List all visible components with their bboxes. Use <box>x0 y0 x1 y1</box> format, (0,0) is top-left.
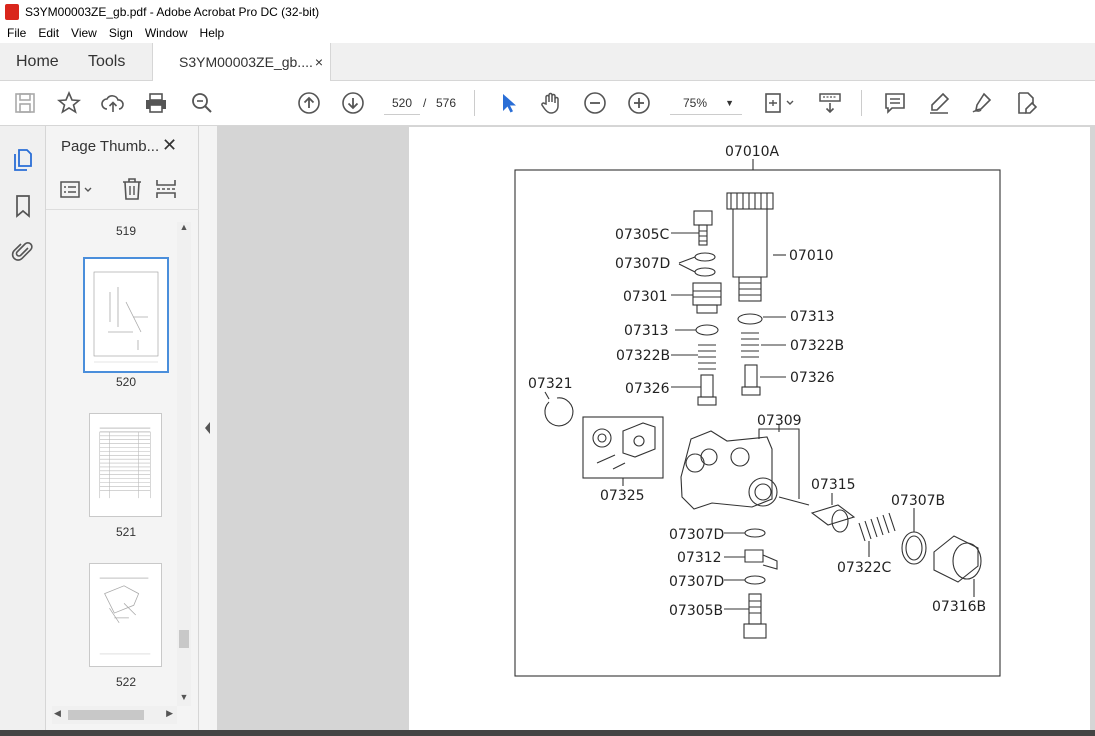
scrollbar-thumb[interactable] <box>179 630 189 648</box>
toolbar-divider <box>474 90 475 116</box>
thumbnail-horizontal-scrollbar[interactable]: ◀ ▶ <box>52 706 177 724</box>
hand-tool-icon[interactable] <box>539 91 563 115</box>
part-label: 07313 <box>790 309 835 325</box>
tab-close-icon[interactable]: × <box>315 43 323 81</box>
page-number-input[interactable]: 520 <box>384 92 420 115</box>
part-label: 07315 <box>811 477 856 493</box>
page-up-icon[interactable] <box>297 91 321 115</box>
window-title: S3YM00003ZE_gb.pdf - Adobe Acrobat Pro D… <box>25 4 320 19</box>
zoom-in-icon[interactable] <box>627 91 651 115</box>
menu-help[interactable]: Help <box>194 26 231 40</box>
tab-bar: Home Tools S3YM00003ZE_gb.... × <box>0 43 1095 81</box>
scroll-mode-icon[interactable] <box>818 91 842 115</box>
menu-edit[interactable]: Edit <box>32 26 65 40</box>
acrobat-pdf-icon <box>5 3 19 20</box>
pdf-page: 07010A 07305C 07307D 07301 07313 07322B … <box>409 127 1090 730</box>
toolbar-divider <box>861 90 862 116</box>
thumbnail-label: 522 <box>115 675 137 689</box>
part-label: 07307D <box>669 574 724 590</box>
chevron-down-icon: ▼ <box>725 98 734 108</box>
menu-sign[interactable]: Sign <box>103 26 139 40</box>
highlight-pen-icon[interactable] <box>927 91 951 115</box>
thumbnail-label: 521 <box>115 525 137 539</box>
menu-bar: File Edit View Sign Window Help <box>0 23 1095 43</box>
panel-toolbar <box>46 170 199 210</box>
thumbnail-label: 519 <box>115 224 137 238</box>
scroll-down-icon[interactable]: ▼ <box>179 692 189 704</box>
edit-document-icon[interactable] <box>1014 91 1038 115</box>
left-rail <box>0 126 46 736</box>
star-icon[interactable] <box>56 90 82 115</box>
zoom-level-value: 75% <box>683 96 708 110</box>
part-label: 07312 <box>677 550 722 566</box>
menu-file[interactable]: File <box>0 26 32 40</box>
panel-title: Page Thumb... <box>61 138 160 155</box>
panel-collapse-handle[interactable] <box>199 126 217 730</box>
scroll-up-icon[interactable]: ▲ <box>179 222 189 234</box>
thumbnail-preview <box>88 262 164 368</box>
bookmark-icon[interactable] <box>11 194 35 218</box>
extract-pages-icon[interactable] <box>154 177 178 201</box>
part-label: 07307D <box>669 527 724 543</box>
tab-document[interactable]: S3YM00003ZE_gb.... × <box>152 43 331 81</box>
page-total: 576 <box>436 96 457 110</box>
tab-tools[interactable]: Tools <box>88 43 125 81</box>
part-label: 07305B <box>669 603 723 619</box>
thumbnail-options-icon[interactable] <box>60 179 94 201</box>
menu-view[interactable]: View <box>65 26 103 40</box>
thumbnail-page-522[interactable] <box>89 563 162 667</box>
tab-home[interactable]: Home <box>16 43 59 81</box>
scroll-left-icon[interactable]: ◀ <box>54 708 61 719</box>
collapse-arrow-icon <box>205 422 210 434</box>
menu-window[interactable]: Window <box>139 26 194 40</box>
comment-icon[interactable] <box>883 91 907 115</box>
part-label: 07313 <box>624 323 669 339</box>
part-label: 07322B <box>616 348 670 364</box>
part-label: 07326 <box>790 370 835 386</box>
part-label: 07322C <box>837 560 892 576</box>
part-label: 07316B <box>932 599 986 615</box>
delete-trash-icon[interactable] <box>120 177 144 201</box>
exploded-parts-drawing: 07010A 07305C 07307D 07301 07313 07322B … <box>514 144 1001 677</box>
zoom-search-icon[interactable] <box>190 91 214 115</box>
bottom-edge <box>0 730 1095 736</box>
attachment-paperclip-icon[interactable] <box>11 240 35 264</box>
sign-pen-icon[interactable] <box>970 91 994 115</box>
tab-document-label: S3YM00003ZE_gb.... <box>179 54 313 70</box>
part-label: 07322B <box>790 338 844 354</box>
page-separator: / <box>423 96 427 110</box>
scrollbar-thumb[interactable] <box>68 710 144 720</box>
thumbnail-label: 520 <box>115 375 137 389</box>
page-down-icon[interactable] <box>341 91 365 115</box>
part-label: 07307D <box>615 256 670 272</box>
scroll-right-icon[interactable]: ▶ <box>166 708 173 719</box>
page-thumbnails-icon[interactable] <box>11 148 35 172</box>
toolbar: 520 / 576 75% ▼ <box>0 81 1095 126</box>
thumbnail-preview <box>99 577 151 655</box>
part-label: 07301 <box>623 289 668 305</box>
thumbnail-vertical-scrollbar[interactable]: ▲ ▼ <box>177 222 191 706</box>
part-label: 07010 <box>789 248 834 264</box>
save-icon[interactable] <box>13 91 37 115</box>
part-label: 07305C <box>615 227 670 243</box>
part-label: 07326 <box>625 381 670 397</box>
part-label: 07309 <box>757 413 802 429</box>
thumbnail-page-521[interactable] <box>89 413 162 517</box>
part-label: 07307B <box>891 493 945 509</box>
select-cursor-icon[interactable] <box>496 91 520 115</box>
thumbnail-preview <box>99 427 151 499</box>
zoom-out-icon[interactable] <box>583 91 607 115</box>
title-bar: S3YM00003ZE_gb.pdf - Adobe Acrobat Pro D… <box>0 0 1095 23</box>
print-icon[interactable] <box>144 91 168 115</box>
part-label: 07325 <box>600 488 645 504</box>
upload-cloud-icon[interactable] <box>101 91 125 115</box>
part-label: 07321 <box>528 376 573 392</box>
zoom-level-select[interactable]: 75% ▼ <box>670 92 742 115</box>
page-fit-icon[interactable] <box>763 91 797 115</box>
thumbnail-page-520[interactable] <box>83 257 169 373</box>
panel-close-icon[interactable]: ✕ <box>162 135 177 156</box>
part-label: 07010A <box>725 144 780 160</box>
